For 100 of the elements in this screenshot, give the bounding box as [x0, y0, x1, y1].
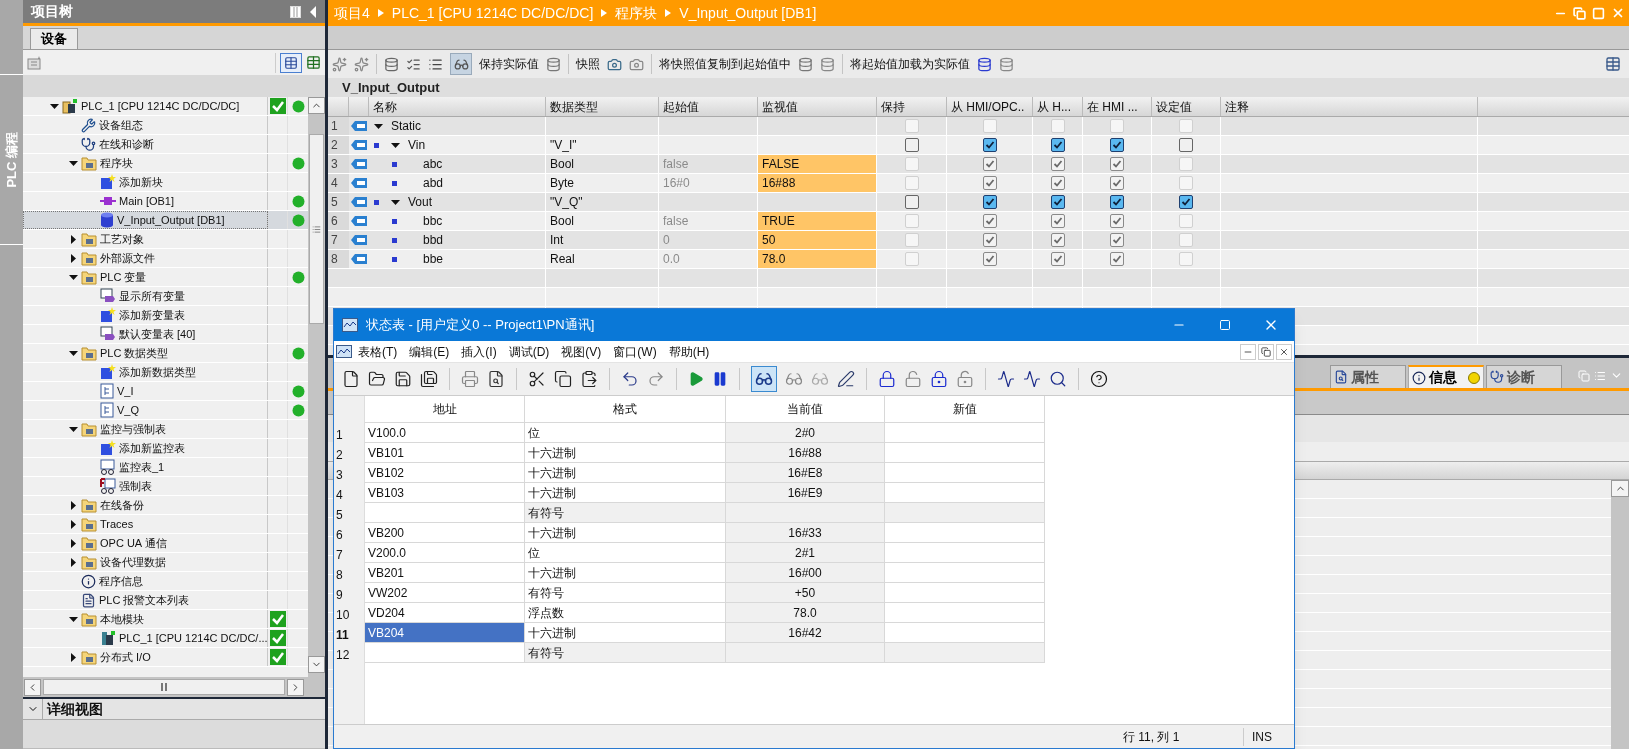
table-cell[interactable]: [885, 643, 1045, 662]
expand-arrow-icon[interactable]: [69, 500, 78, 510]
toolbar-button[interactable]: 将快照值复制到起始值中: [659, 55, 791, 73]
detail-view-header[interactable]: 详细视图: [23, 699, 325, 720]
tree-item-label[interactable]: 在线备份: [100, 496, 144, 514]
scissors-icon[interactable]: [528, 370, 546, 388]
tree-item-label[interactable]: PLC_1 [CPU 1214C DC/DC/...: [119, 629, 268, 647]
folder-icon[interactable]: [368, 370, 386, 388]
lock-icon[interactable]: [878, 370, 896, 388]
tree-item-label[interactable]: 分布式 I/O: [100, 648, 151, 666]
toolbar-button[interactable]: 保持实际值: [479, 55, 539, 73]
tree-item-label[interactable]: V_I: [117, 382, 134, 400]
tree-item-label[interactable]: 添加新监控表: [119, 439, 185, 457]
unlock-icon[interactable]: [956, 370, 974, 388]
table-cell[interactable]: V100.0: [365, 423, 525, 442]
list-view-button[interactable]: [280, 52, 302, 73]
table-cell[interactable]: VB103: [365, 483, 525, 502]
menu-item[interactable]: 窗口(W): [607, 342, 663, 361]
collapse-arrow-icon[interactable]: [69, 272, 78, 282]
undo-icon[interactable]: [621, 370, 639, 388]
tree-item-label[interactable]: PLC_1 [CPU 1214C DC/DC/DC]: [81, 97, 240, 115]
checkbox[interactable]: [1179, 138, 1193, 152]
database-icon[interactable]: [546, 56, 561, 72]
tree-item-label[interactable]: 默认变量表 [40]: [119, 325, 196, 343]
table-cell[interactable]: VB101: [365, 443, 525, 462]
redo-icon[interactable]: [647, 370, 665, 388]
copy-icon[interactable]: [554, 370, 572, 388]
checkbox[interactable]: [1050, 138, 1065, 152]
checkbox[interactable]: [1179, 195, 1193, 209]
expand-arrow-icon[interactable]: [69, 234, 78, 244]
column-header[interactable]: 格式: [525, 396, 726, 422]
checkbox[interactable]: [1110, 195, 1124, 209]
menu-item[interactable]: 调试(D): [502, 342, 556, 361]
checkbox[interactable]: [904, 195, 919, 209]
scroll-up-button[interactable]: [308, 97, 325, 114]
database-icon[interactable]: [798, 56, 813, 72]
expand-arrow-icon[interactable]: [69, 557, 78, 567]
play-icon[interactable]: [688, 371, 704, 387]
toolbar-button[interactable]: 快照: [576, 55, 600, 73]
collapse-arrow-icon[interactable]: [69, 158, 78, 168]
menu-item[interactable]: 插入(I): [455, 342, 503, 361]
pause-icon[interactable]: [712, 371, 728, 387]
tree-item-label[interactable]: 在线和诊断: [99, 135, 154, 153]
inspector-tab[interactable]: 属性: [1330, 365, 1406, 388]
database-icon[interactable]: [977, 56, 992, 72]
restore-button[interactable]: [1258, 343, 1274, 360]
table-cell[interactable]: 有符号: [525, 643, 726, 662]
menu-item[interactable]: 表格(T): [352, 342, 404, 361]
vertical-scrollbar[interactable]: [308, 97, 325, 677]
tree-item-label[interactable]: Main [OB1]: [119, 192, 175, 210]
variable-name[interactable]: abd: [423, 174, 444, 192]
tree-item-label[interactable]: PLC 数据类型: [100, 344, 169, 362]
tree-item-label[interactable]: 工艺对象: [100, 230, 144, 248]
tree-item-label[interactable]: 监控与强制表: [100, 420, 166, 438]
printer-icon[interactable]: [461, 370, 479, 388]
table-cell[interactable]: 有符号: [525, 503, 726, 522]
scroll-down-button[interactable]: [308, 656, 325, 673]
search-icon[interactable]: [1049, 370, 1067, 388]
scroll-left-button[interactable]: [24, 678, 41, 696]
collapse-arrow-icon[interactable]: [391, 140, 400, 150]
column-header[interactable]: 当前值: [726, 396, 885, 422]
glasses-icon[interactable]: [785, 370, 803, 388]
monitor-all-button[interactable]: [450, 53, 472, 75]
tree-item-label[interactable]: OPC UA 通信: [100, 534, 167, 552]
inspector-tab[interactable]: 诊断: [1486, 365, 1562, 388]
split-icon[interactable]: [290, 5, 301, 18]
tree-item-label[interactable]: 程序块: [100, 154, 133, 172]
data-type[interactable]: "V_I": [550, 136, 577, 154]
clipboard-icon[interactable]: [580, 370, 598, 388]
expand-arrow-icon[interactable]: [69, 538, 78, 548]
column-header[interactable]: 保持: [877, 97, 947, 116]
tree-item-label[interactable]: 添加新变量表: [119, 306, 185, 324]
column-header[interactable]: 注释: [1221, 97, 1478, 116]
column-header[interactable]: 监视值: [758, 97, 877, 116]
chart-icon[interactable]: [997, 370, 1015, 388]
unlock-icon[interactable]: [904, 370, 922, 388]
close-button[interactable]: [1276, 343, 1292, 360]
variable-name[interactable]: Vout: [408, 193, 433, 211]
column-header[interactable]: 数据类型: [546, 97, 659, 116]
sparkle-icon[interactable]: [332, 56, 347, 72]
tree-item-label[interactable]: 设备代理数据: [100, 553, 166, 571]
table-cell[interactable]: VB204: [365, 623, 525, 642]
chart-icon[interactable]: [1023, 370, 1041, 388]
collapse-left-icon[interactable]: [309, 5, 317, 18]
save-all-icon[interactable]: [420, 370, 438, 388]
tree-item-label[interactable]: 本地模块: [100, 610, 144, 628]
scroll-up-button[interactable]: [1611, 480, 1629, 497]
checkbox[interactable]: [1110, 138, 1124, 152]
column-header[interactable]: 从 H...: [1033, 97, 1083, 116]
variable-name[interactable]: Vin: [408, 136, 426, 154]
tree-item-label[interactable]: PLC 报警文本列表: [99, 591, 190, 609]
inspector-tab[interactable]: 信息: [1408, 365, 1484, 388]
table-icon[interactable]: [1605, 56, 1621, 72]
file-search-icon[interactable]: [487, 370, 505, 388]
data-type[interactable]: Int: [550, 231, 564, 249]
checkbox[interactable]: [1050, 195, 1065, 209]
table-cell[interactable]: VB102: [365, 463, 525, 482]
tree-item-label[interactable]: V_Q: [117, 401, 139, 419]
scroll-thumb[interactable]: [309, 134, 324, 324]
table-cell[interactable]: VB201: [365, 563, 525, 582]
